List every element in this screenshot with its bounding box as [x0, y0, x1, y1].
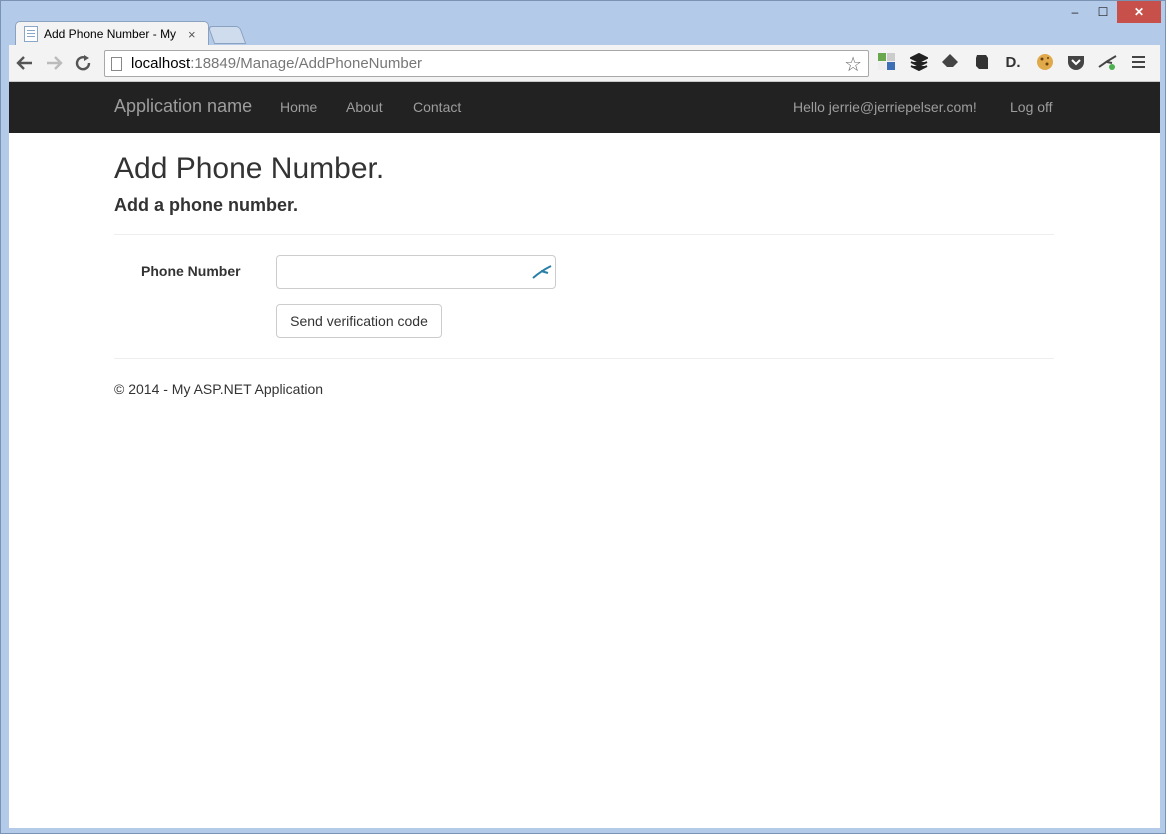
tab-title: Add Phone Number - My — [44, 27, 177, 41]
cookie-icon[interactable] — [1035, 51, 1055, 73]
feedly-icon[interactable] — [940, 51, 960, 73]
browser-toolbar: localhost:18849/Manage/AddPhoneNumber ☆ … — [9, 45, 1160, 82]
lastpass-field-icon[interactable] — [531, 262, 553, 282]
tab-close-icon[interactable]: × — [188, 27, 196, 42]
address-bar[interactable]: localhost:18849/Manage/AddPhoneNumber ☆ — [104, 50, 869, 77]
browser-tab[interactable]: Add Phone Number - My × — [15, 21, 209, 46]
user-greeting-link[interactable]: Hello jerrie@jerriepelser.com! — [793, 99, 977, 115]
page-viewport: Application name Home About Contact Hell… — [9, 82, 1160, 828]
page-subtitle: Add a phone number. — [114, 195, 299, 215]
top-navbar: Application name Home About Contact Hell… — [9, 82, 1160, 133]
menu-icon[interactable] — [1129, 51, 1149, 73]
phone-number-input[interactable] — [276, 255, 556, 289]
extension-icons: D. — [877, 51, 1161, 73]
bookmark-star-icon[interactable]: ☆ — [844, 52, 862, 77]
window-controls: – ☐ ✕ — [1061, 1, 1161, 23]
nav-contact-link[interactable]: Contact — [413, 99, 461, 115]
back-icon[interactable] — [12, 50, 38, 76]
lastpass-icon[interactable] — [1097, 51, 1118, 73]
evernote-icon[interactable] — [972, 51, 992, 73]
divider — [114, 358, 1054, 359]
nav-about-link[interactable]: About — [346, 99, 383, 115]
pocket-icon[interactable] — [1066, 51, 1086, 73]
d-icon[interactable]: D. — [1003, 51, 1023, 73]
page-favicon-icon — [24, 26, 38, 42]
minimize-button[interactable]: – — [1061, 1, 1089, 23]
maximize-button[interactable]: ☐ — [1089, 1, 1117, 23]
reload-icon[interactable] — [70, 50, 96, 76]
nav-home-link[interactable]: Home — [280, 99, 317, 115]
new-tab-button[interactable] — [207, 26, 247, 44]
close-window-button[interactable]: ✕ — [1117, 1, 1161, 23]
url-text: localhost:18849/Manage/AddPhoneNumber — [131, 55, 423, 72]
footer-copyright: © 2014 - My ASP.NET Application — [114, 381, 324, 397]
title-bar: Add Phone Number - My × – ☐ ✕ — [1, 1, 1166, 46]
page-title: Add Phone Number. — [114, 152, 385, 185]
divider — [114, 234, 1054, 235]
forward-icon[interactable] — [41, 50, 67, 76]
color-squares-icon[interactable] — [877, 51, 897, 73]
send-verification-code-button[interactable]: Send verification code — [276, 304, 442, 338]
brand-link[interactable]: Application name — [114, 96, 252, 117]
buffer-icon[interactable] — [909, 51, 929, 73]
browser-window: Add Phone Number - My × – ☐ ✕ localhost:… — [0, 0, 1166, 834]
logoff-link[interactable]: Log off — [1010, 99, 1053, 115]
phone-number-label: Phone Number — [141, 263, 241, 279]
page-info-icon — [111, 56, 122, 71]
